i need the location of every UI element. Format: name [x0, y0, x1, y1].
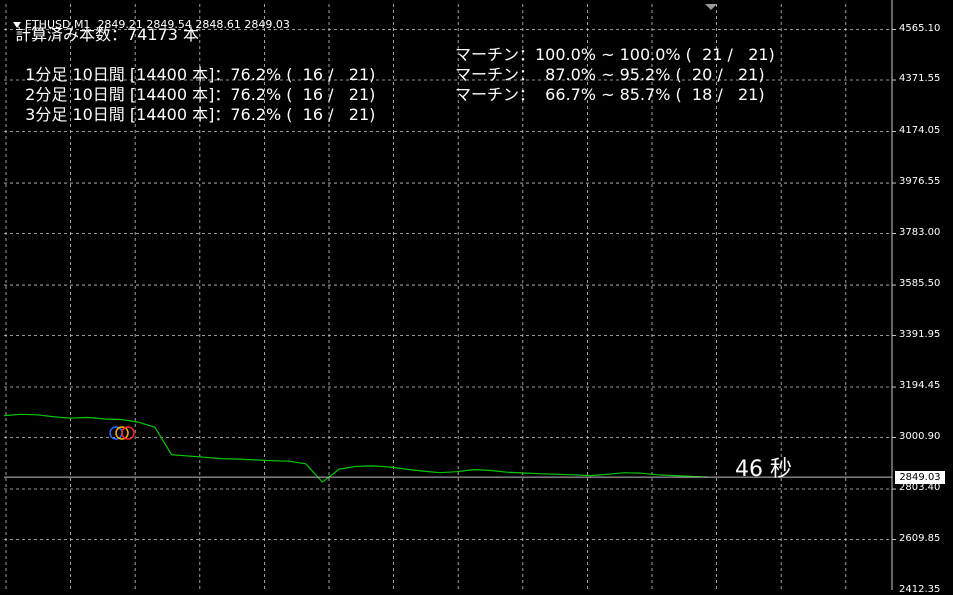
price-series-line	[3, 413, 709, 483]
y-tick-label: 3976.55	[899, 176, 941, 188]
stats-row-label: 3分足 10日間 [14400 本]：76.2% ( 16 / 21)	[25, 105, 376, 124]
stats-row-martin: マーチン：100.0% ~ 100.0% ( 21 / 21)	[455, 45, 775, 64]
stats-row-martin: マーチン： 66.7% ~ 85.7% ( 18 / 21)	[455, 85, 765, 104]
y-tick-label: 3391.95	[899, 328, 941, 340]
y-tick-label: 3194.45	[899, 380, 941, 392]
chart-shift-marker[interactable]	[705, 4, 717, 10]
y-tick-label: 3783.00	[899, 226, 941, 238]
y-tick-label: 3585.50	[899, 278, 941, 290]
countdown-timer: 46 秒	[735, 457, 792, 482]
current-price-tag: 2849.03	[895, 471, 945, 485]
stats-row-martin: マーチン： 87.0% ~ 95.2% ( 20 / 21)	[455, 65, 765, 84]
y-tick-label: 4565.10	[899, 22, 941, 34]
y-tick-label: 2609.85	[899, 532, 941, 544]
y-tick-label: 4174.05	[899, 124, 941, 136]
y-tick-label: 4371.55	[899, 73, 941, 85]
calc-count: 計算済み本数：74173 本	[15, 25, 199, 44]
stats-row-3: 3分足 10日間 [14400 本]：76.2% ( 16 / 21) マーチン…	[15, 85, 764, 145]
y-tick-label: 3000.90	[899, 430, 941, 442]
